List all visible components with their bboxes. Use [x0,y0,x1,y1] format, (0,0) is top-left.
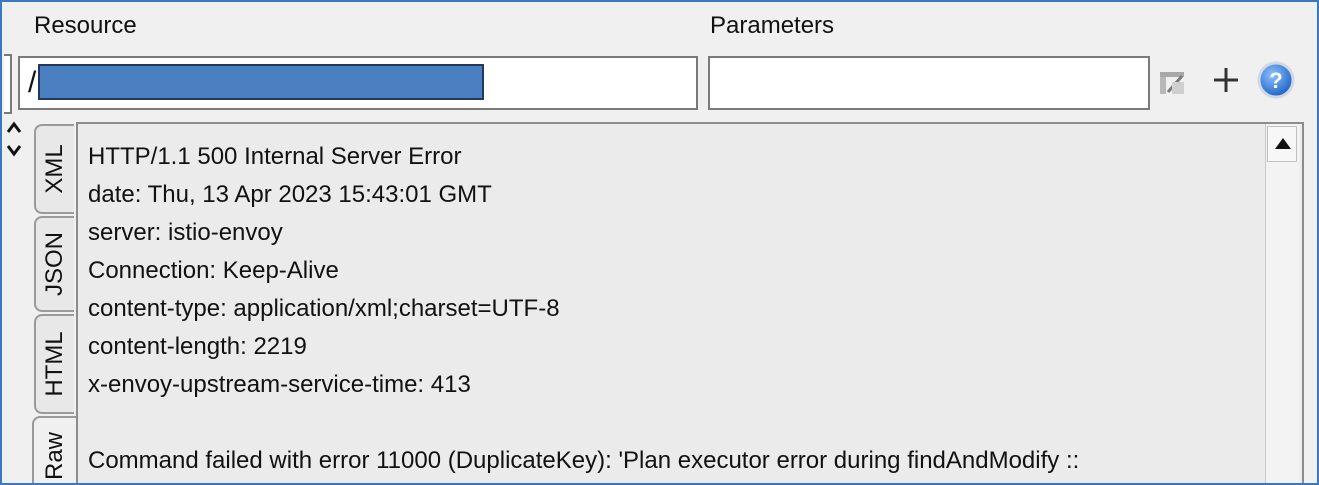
request-panel: Resource Parameters / ? XML JSON HTML Ra… [0,0,1319,485]
response-line: x-envoy-upstream-service-time: 413 [88,371,471,398]
help-icon[interactable]: ? [1256,60,1296,100]
tab-html[interactable]: HTML [34,314,74,414]
response-line: Command failed with error 11000 (Duplica… [88,447,1080,474]
add-icon[interactable] [1210,64,1242,96]
response-lines: HTTP/1.1 500 Internal Server Error date:… [88,138,1079,480]
resource-value: / [28,66,37,99]
collapse-toggle-icon[interactable] [6,120,22,164]
tab-html-label: HTML [41,331,68,397]
response-body[interactable]: HTTP/1.1 500 Internal Server Error date:… [76,122,1304,483]
tab-xml-label: XML [41,144,68,194]
tab-xml[interactable]: XML [34,124,74,214]
response-line: HTTP/1.1 500 Internal Server Error [88,143,462,170]
svg-text:?: ? [1269,68,1282,93]
parameters-input[interactable] [708,56,1150,110]
resource-label: Resource [34,12,137,39]
redacted-block [38,64,484,100]
left-field-edge [4,54,12,114]
resource-input[interactable]: / [18,56,698,110]
tab-json-label: JSON [41,231,68,297]
response-line: Connection: Keep-Alive [88,257,339,284]
response-line: server: istio-envoy [88,219,283,246]
parameters-label: Parameters [710,12,835,39]
response-line: content-length: 2219 [88,333,307,360]
response-line [88,404,1079,442]
response-line: date: Thu, 13 Apr 2023 15:43:01 GMT [88,181,492,208]
tab-raw[interactable]: Raw [32,416,76,483]
response-line: content-type: application/xml;charset=UT… [88,295,560,322]
vertical-scrollbar[interactable] [1265,124,1300,483]
scroll-up-button[interactable] [1267,126,1297,162]
tab-json[interactable]: JSON [34,216,74,312]
tab-raw-label: Raw [41,431,68,481]
view-tabs: XML JSON HTML Raw [28,122,76,483]
edit-params-icon[interactable] [1158,68,1188,98]
